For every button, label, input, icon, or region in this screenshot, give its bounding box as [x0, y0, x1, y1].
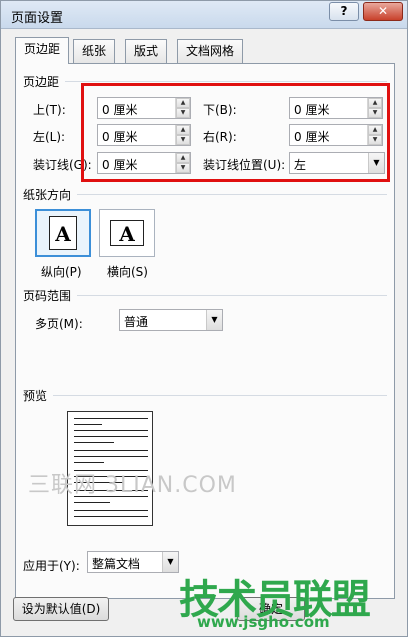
preview-line	[74, 430, 148, 431]
divider	[53, 395, 387, 396]
watermark-url: www.jsgho.com	[197, 613, 330, 631]
set-default-button[interactable]: 设为默认值(D)	[13, 597, 109, 621]
preview-line	[74, 450, 148, 451]
preview-line	[74, 418, 148, 419]
preview-line	[74, 436, 148, 437]
divider	[77, 194, 387, 195]
orientation-group-title: 纸张方向	[23, 188, 72, 202]
chevron-down-icon[interactable]: ▼	[162, 552, 178, 572]
multiple-pages-value: 普通	[124, 315, 149, 329]
preview-line	[74, 502, 110, 503]
apply-to-select[interactable]: 整篇文档 ▼	[87, 551, 179, 573]
multiple-pages-select[interactable]: 普通 ▼	[119, 309, 223, 331]
preview-line	[74, 424, 102, 425]
portrait-page-icon: A	[49, 216, 77, 250]
close-button[interactable]: ✕	[363, 2, 403, 21]
dialog-title: 页面设置	[11, 11, 64, 26]
highlight-box	[81, 83, 390, 182]
page-setup-dialog: 页面设置 ? ✕ 页边距 纸张 版式 文档网格 页边距 上(T): 0 厘米 ▲…	[0, 0, 408, 637]
preview-group-title: 预览	[23, 389, 48, 403]
divider	[65, 81, 387, 82]
margins-group-title: 页边距	[23, 75, 60, 89]
tab-paper[interactable]: 纸张	[73, 39, 116, 63]
watermark-text: 三联网 3LIAN.COM	[28, 473, 237, 498]
preview-line	[74, 456, 148, 457]
tab-margins[interactable]: 页边距	[15, 37, 70, 64]
title-bar: 页面设置 ? ✕	[1, 1, 407, 29]
portrait-label: 纵向(P)	[41, 265, 82, 279]
top-margin-label: 上(T):	[33, 103, 66, 117]
portrait-button[interactable]: A	[35, 209, 91, 257]
landscape-button[interactable]: A	[99, 209, 155, 257]
divider	[77, 295, 387, 296]
multiple-pages-label: 多页(M):	[35, 317, 83, 331]
chevron-down-icon[interactable]: ▼	[206, 310, 222, 330]
apply-to-value: 整篇文档	[92, 557, 141, 571]
help-button[interactable]: ?	[329, 2, 359, 21]
tab-layout[interactable]: 版式	[125, 39, 168, 63]
tab-document-grid[interactable]: 文档网格	[177, 39, 244, 63]
landscape-label: 横向(S)	[107, 265, 148, 279]
preview-line	[74, 462, 104, 463]
pages-group-title: 页码范围	[23, 289, 72, 303]
apply-to-label: 应用于(Y):	[23, 559, 80, 573]
left-margin-label: 左(L):	[33, 130, 66, 144]
preview-line	[74, 510, 148, 511]
preview-line	[74, 516, 148, 517]
landscape-page-icon: A	[110, 220, 144, 246]
preview-line	[74, 442, 114, 443]
